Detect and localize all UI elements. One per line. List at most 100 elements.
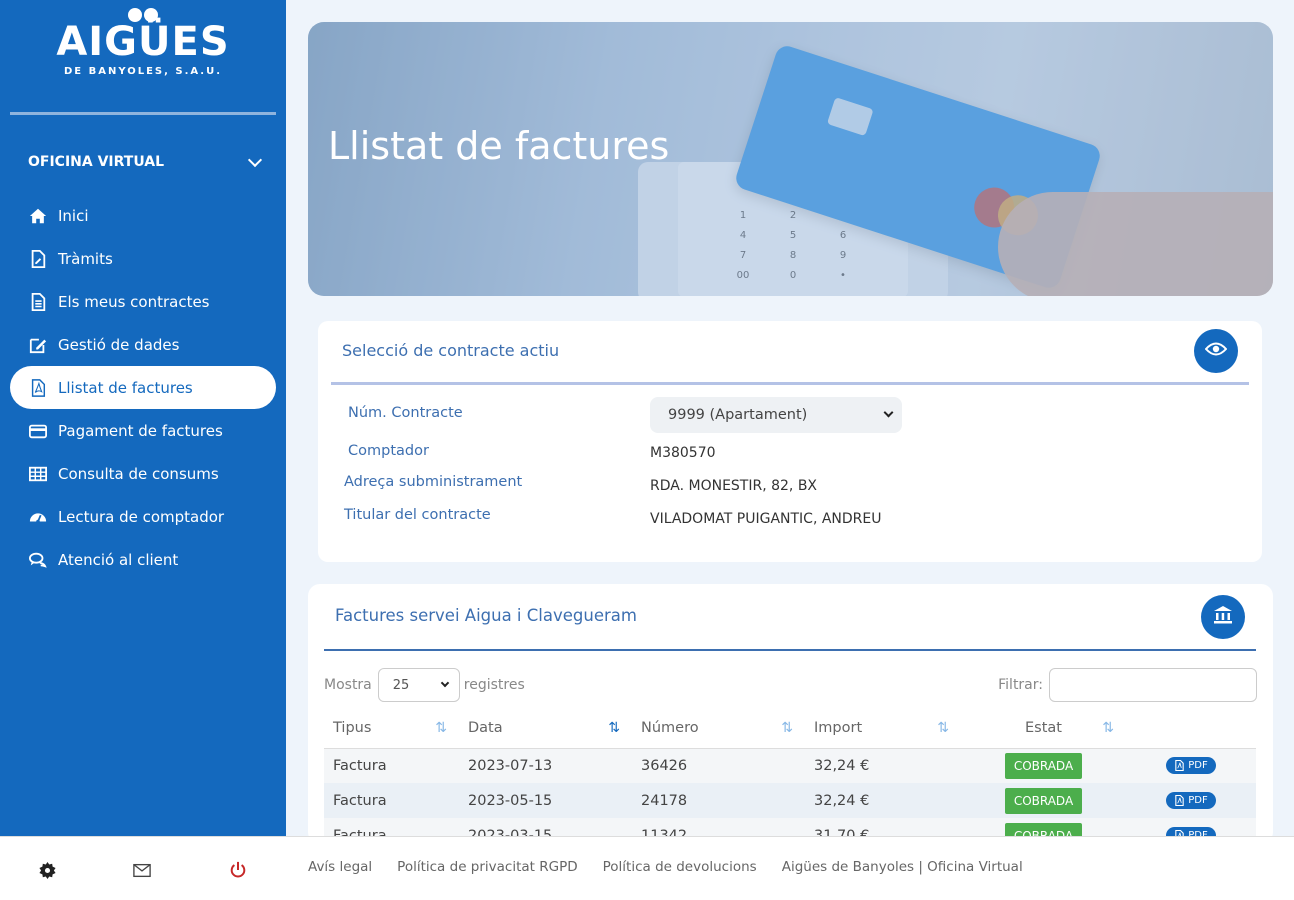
sidebar-item-label: Pagament de factures	[58, 421, 223, 440]
table-row: Factura 2023-07-13 36426 32,24 € COBRADA…	[324, 748, 1256, 783]
view-contract-button[interactable]	[1194, 329, 1238, 373]
sidebar-item-inici[interactable]: Inici	[10, 194, 276, 237]
sidebar-item-gestio-dades[interactable]: Gestió de dades	[10, 323, 276, 366]
table-row: Factura 2023-05-15 24178 32,24 € COBRADA…	[324, 783, 1256, 818]
filter-label: Filtrar:	[998, 677, 1043, 693]
column-header-tipus[interactable]: Tipus ⇅	[324, 708, 459, 749]
sort-icon: ⇅	[781, 720, 793, 736]
column-header-estat[interactable]: Estat ⇅	[961, 708, 1126, 749]
column-header-numero[interactable]: Número ⇅	[632, 708, 805, 749]
footer-links: Avís legal Política de privacitat RGPD P…	[308, 859, 1023, 875]
sidebar: AIGÜES DE BANYOLES, S.A.U. OFICINA VIRTU…	[0, 0, 286, 836]
column-header-data[interactable]: Data ⇅	[459, 708, 632, 749]
home-icon	[28, 206, 48, 226]
cell-tipus: Factura	[324, 748, 459, 783]
gear-icon[interactable]	[38, 861, 56, 879]
cell-pdf: PDF	[1126, 783, 1256, 818]
card-divider	[324, 649, 1256, 651]
page-size-select[interactable]: 25	[377, 668, 460, 702]
hero-banner: 123456789000• Llistat de factures	[308, 22, 1273, 296]
sidebar-item-tramits[interactable]: Tràmits	[10, 237, 276, 280]
filter-control: Filtrar:	[998, 668, 1257, 702]
cell-data: 2023-07-13	[459, 748, 632, 783]
sidebar-item-label: Llistat de factures	[58, 378, 193, 397]
sidebar-item-label: Consulta de consums	[58, 464, 219, 483]
menu-section-title: OFICINA VIRTUAL	[28, 154, 165, 170]
file-pdf-icon	[1175, 794, 1184, 806]
sidebar-item-label: Inici	[58, 206, 89, 225]
footer-link-privacy[interactable]: Política de privacitat RGPD	[397, 859, 577, 875]
card-divider	[331, 382, 1249, 385]
sidebar-item-label: Gestió de dades	[58, 335, 180, 354]
sort-icon: ⇅	[1102, 720, 1114, 736]
download-pdf-button[interactable]: PDF	[1166, 756, 1216, 774]
column-header-pdf	[1126, 708, 1256, 749]
cell-numero: 24178	[632, 783, 805, 818]
file-text-icon	[28, 292, 48, 312]
meter-label: Comptador	[348, 443, 429, 459]
sidebar-item-label: Tràmits	[58, 249, 113, 268]
invoices-card-title: Factures servei Aigua i Clavegueram	[335, 606, 637, 625]
invoices-table: Tipus ⇅ Data ⇅ Número ⇅ Import ⇅ Estat ⇅ Fact…	[324, 708, 1256, 844]
show-suffix: registres	[463, 677, 525, 693]
cell-pdf: PDF	[1126, 748, 1256, 783]
brand-subtitle: DE BANYOLES, S.A.U.	[63, 66, 223, 77]
chevron-down-icon	[883, 407, 894, 418]
cell-estat: COBRADA	[961, 783, 1126, 818]
sidebar-item-label: Els meus contractes	[58, 292, 210, 311]
sidebar-item-llistat-factures[interactable]: Llistat de factures	[10, 366, 276, 409]
brand-name: AIGÜES	[56, 19, 230, 65]
sort-icon: ⇅	[435, 720, 447, 736]
table-icon	[28, 464, 48, 484]
filter-input[interactable]	[1049, 668, 1257, 702]
contract-select-value: 9999 (Apartament)	[668, 407, 808, 423]
eye-icon	[1204, 341, 1228, 361]
contract-number-label: Núm. Contracte	[348, 405, 463, 421]
download-pdf-button[interactable]: PDF	[1166, 791, 1216, 809]
holder-value: VILADOMAT PUIGANTIC, ANDREU	[650, 511, 882, 527]
sidebar-item-contractes[interactable]: Els meus contractes	[10, 280, 276, 323]
bank-icon	[1213, 605, 1233, 629]
cell-data: 2023-05-15	[459, 783, 632, 818]
holder-label: Titular del contracte	[344, 507, 491, 523]
column-header-import[interactable]: Import ⇅	[805, 708, 961, 749]
footer: Avís legal Política de privacitat RGPD P…	[0, 836, 1294, 900]
meter-value: M380570	[650, 445, 716, 461]
credit-card-icon	[28, 421, 48, 441]
power-icon[interactable]	[229, 861, 247, 879]
menu-section-toggle[interactable]: OFICINA VIRTUAL	[28, 152, 264, 170]
footer-link-site[interactable]: Aigües de Banyoles | Oficina Virtual	[782, 859, 1023, 875]
sidebar-item-label: Lectura de comptador	[58, 507, 225, 526]
sidebar-item-pagament[interactable]: Pagament de factures	[10, 409, 276, 452]
cell-import: 32,24 €	[805, 748, 961, 783]
bank-button[interactable]	[1201, 595, 1245, 639]
contract-card-title: Selecció de contracte actiu	[342, 341, 560, 360]
brand-logo[interactable]: AIGÜES DE BANYOLES, S.A.U.	[0, 8, 286, 77]
sort-desc-icon: ⇅	[608, 720, 620, 736]
address-label: Adreça subministrament	[344, 474, 523, 490]
file-pdf-icon	[1175, 759, 1184, 771]
cell-tipus: Factura	[324, 783, 459, 818]
sidebar-item-atencio[interactable]: Atenció al client	[10, 538, 276, 581]
chat-icon	[28, 550, 48, 570]
show-prefix: Mostra	[324, 677, 372, 693]
cell-import: 32,24 €	[805, 783, 961, 818]
edit-icon	[28, 335, 48, 355]
chevron-down-icon	[247, 152, 263, 168]
mail-icon[interactable]	[133, 861, 151, 879]
cell-estat: COBRADA	[961, 748, 1126, 783]
invoices-card: Factures servei Aigua i Clavegueram Most…	[308, 584, 1273, 844]
chevron-down-icon	[440, 678, 450, 688]
page-size-value: 25	[392, 677, 410, 693]
contract-select[interactable]: 9999 (Apartament)	[650, 397, 902, 433]
footer-link-returns[interactable]: Política de devolucions	[603, 859, 757, 875]
sidebar-item-label: Atenció al client	[58, 550, 179, 569]
sort-icon: ⇅	[937, 720, 949, 736]
sidebar-item-lectura[interactable]: Lectura de comptador	[10, 495, 276, 538]
sidebar-divider	[10, 112, 276, 115]
gauge-icon	[28, 507, 48, 527]
footer-link-legal[interactable]: Avís legal	[308, 859, 372, 875]
sidebar-item-consums[interactable]: Consulta de consums	[10, 452, 276, 495]
cell-numero: 36426	[632, 748, 805, 783]
status-badge: COBRADA	[1004, 787, 1083, 814]
